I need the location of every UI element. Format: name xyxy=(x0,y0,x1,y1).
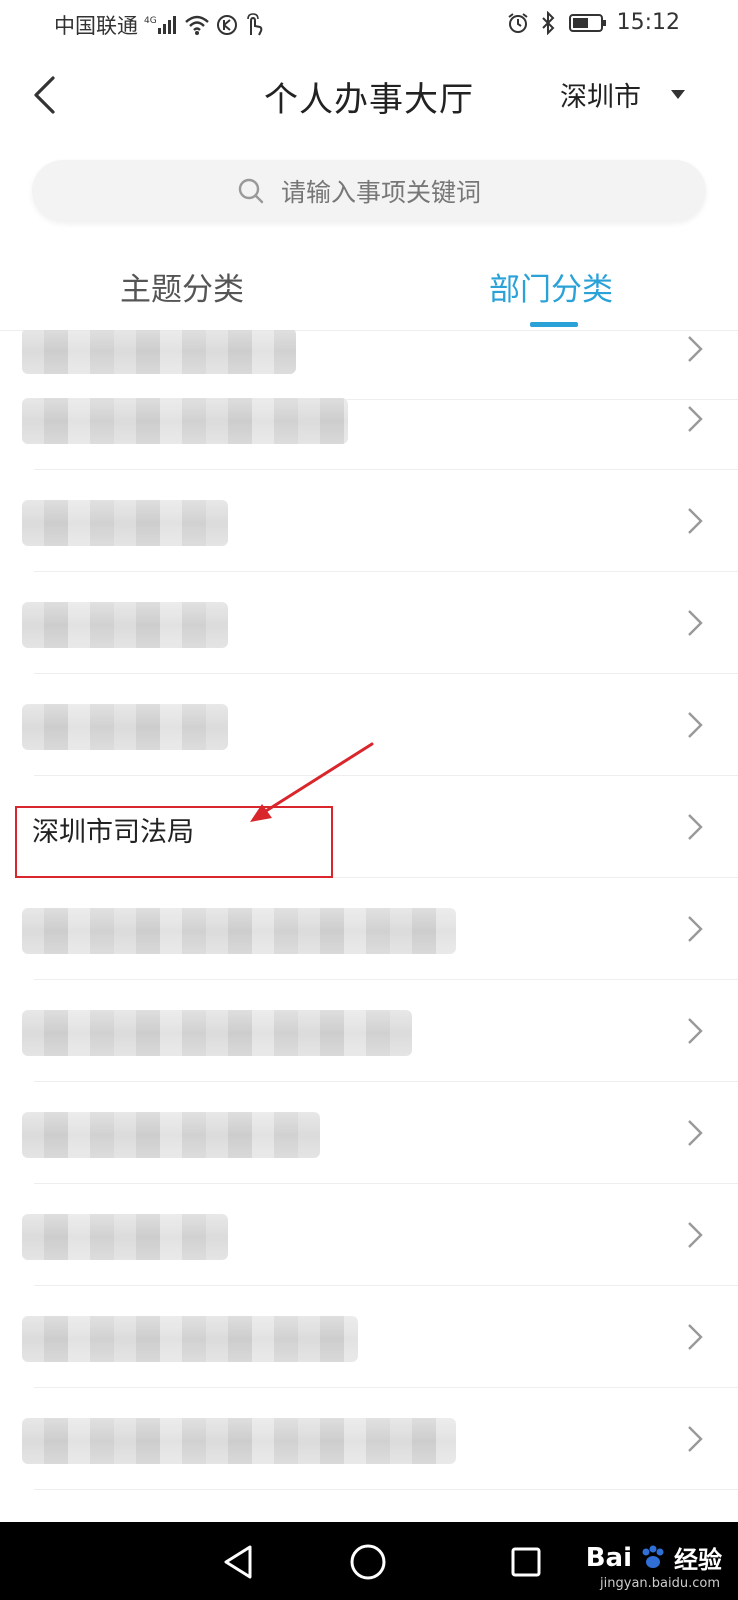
list-item[interactable] xyxy=(0,1286,738,1388)
list-item[interactable] xyxy=(0,1184,738,1286)
battery-icon xyxy=(568,13,607,33)
chevron-right-icon xyxy=(688,406,703,432)
bluetooth-icon xyxy=(539,10,559,35)
watermark-suffix: 经验 xyxy=(674,1546,722,1574)
department-list: 深圳市司法局 xyxy=(0,330,738,1522)
baidu-jingyan-watermark: Bai 经验 xyxy=(586,1540,722,1575)
annotation-arrow-icon xyxy=(250,742,374,822)
list-item[interactable] xyxy=(0,470,738,572)
search-icon xyxy=(238,178,264,204)
search-placeholder: 请输入事项关键词 xyxy=(280,178,481,207)
redacted-text xyxy=(22,1112,320,1158)
city-selector[interactable]: 深圳市 xyxy=(560,75,685,114)
chevron-right-icon xyxy=(688,1426,703,1452)
nav-home-button[interactable] xyxy=(348,1542,388,1582)
carrier-label: 中国联通 xyxy=(54,14,138,38)
status-left: 中国联通 4G xyxy=(54,10,264,40)
chevron-right-icon xyxy=(688,814,703,840)
tab-theme-category[interactable]: 主题分类 xyxy=(120,264,244,309)
chevron-right-icon xyxy=(688,712,703,738)
app-header: 个人办事大厅 深圳市 xyxy=(0,55,738,137)
status-right: 15:12 xyxy=(507,10,680,35)
svg-text:4G: 4G xyxy=(144,16,157,26)
redacted-text xyxy=(22,1316,358,1362)
active-tab-indicator xyxy=(530,322,578,327)
signal-icon: 4G xyxy=(144,14,178,36)
chevron-right-icon xyxy=(688,508,703,534)
list-item[interactable] xyxy=(0,980,738,1082)
list-item[interactable] xyxy=(0,1388,738,1490)
triangle-back-icon xyxy=(224,1545,252,1579)
k-app-icon xyxy=(216,14,238,36)
list-item[interactable] xyxy=(0,1082,738,1184)
city-label: 深圳市 xyxy=(560,82,641,113)
redacted-text xyxy=(22,1010,412,1056)
redacted-text xyxy=(22,1214,228,1260)
watermark-url: jingyan.baidu.com xyxy=(600,1576,720,1591)
nav-recents-button[interactable] xyxy=(506,1542,546,1582)
redacted-text xyxy=(22,908,456,954)
caret-down-icon xyxy=(671,90,685,99)
clock-time: 15:12 xyxy=(616,10,680,35)
status-bar: 中国联通 4G 15:12 xyxy=(0,0,738,50)
alarm-icon xyxy=(507,12,529,34)
list-item[interactable] xyxy=(0,368,738,470)
nav-back-button[interactable] xyxy=(218,1542,258,1582)
circle-home-icon xyxy=(350,1544,386,1580)
redacted-text xyxy=(22,1418,456,1464)
square-recents-icon xyxy=(511,1547,541,1577)
chevron-right-icon xyxy=(688,916,703,942)
wifi-icon xyxy=(184,14,210,36)
redacted-text xyxy=(22,398,348,444)
search-input[interactable]: 请输入事项关键词 xyxy=(32,160,706,222)
chevron-right-icon xyxy=(688,336,703,362)
chevron-right-icon xyxy=(688,1222,703,1248)
system-nav-bar: Bai 经验 jingyan.baidu.com xyxy=(0,1522,738,1600)
touch-icon xyxy=(244,13,264,37)
list-item[interactable] xyxy=(0,572,738,674)
category-tabs: 主题分类 部门分类 xyxy=(0,250,738,331)
chevron-right-icon xyxy=(688,1018,703,1044)
redacted-text xyxy=(22,500,228,546)
redacted-text xyxy=(22,704,228,750)
list-item[interactable] xyxy=(0,878,738,980)
redacted-text xyxy=(22,602,228,648)
chevron-right-icon xyxy=(688,1324,703,1350)
watermark-brand: Bai xyxy=(585,1542,632,1573)
tab-department-category[interactable]: 部门分类 xyxy=(489,264,613,309)
paw-icon xyxy=(642,1545,664,1568)
chevron-right-icon xyxy=(688,610,703,636)
chevron-right-icon xyxy=(688,1120,703,1146)
